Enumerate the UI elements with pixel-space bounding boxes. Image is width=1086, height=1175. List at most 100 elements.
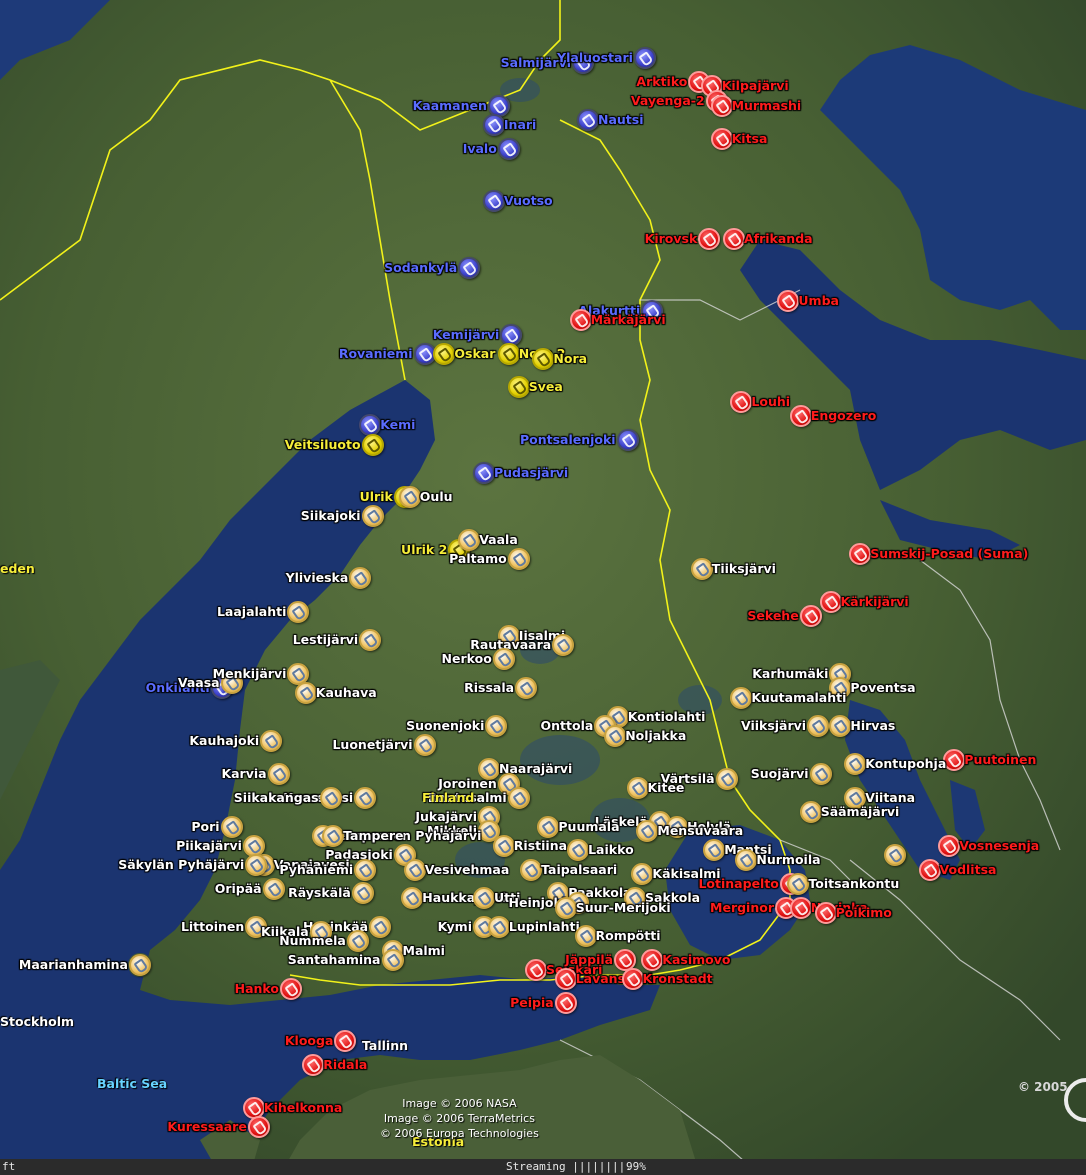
pushpin-yellow-icon[interactable]: [361, 433, 384, 456]
placemark-label[interactable]: Taipalsaari: [541, 861, 617, 879]
placemark-label[interactable]: Vesivehmaa: [425, 861, 510, 879]
pushpin-red-icon[interactable]: [789, 896, 812, 919]
placemark-label[interactable]: Kemijärvi: [433, 326, 500, 344]
placemark-label[interactable]: Nautsi: [598, 111, 644, 129]
pushpin-red-icon[interactable]: [525, 958, 547, 981]
placemark-label[interactable]: Engozero: [811, 407, 876, 425]
placemark-label[interactable]: Piikajärvi: [176, 837, 242, 855]
placemark-label[interactable]: Räyskälä: [288, 884, 351, 902]
placemark-label[interactable]: Kymi: [438, 918, 472, 936]
pushpin-red-icon[interactable]: [280, 977, 302, 1000]
placemark-label[interactable]: Rovaniemi: [339, 345, 413, 363]
pushpin-white-icon[interactable]: [381, 949, 404, 972]
pushpin-red-icon[interactable]: [799, 605, 822, 628]
placemark-label[interactable]: Littoinen: [181, 918, 244, 936]
placemark-label[interactable]: Kuressaare: [167, 1118, 246, 1136]
placemark-label[interactable]: Kauhava: [316, 684, 377, 702]
pushpin-white-icon[interactable]: [267, 763, 290, 785]
placemark-label[interactable]: Vayenga-2: [631, 92, 705, 110]
placemark-label[interactable]: Nora: [553, 350, 587, 368]
placemark-label[interactable]: Nummela: [279, 932, 346, 950]
placemark-label[interactable]: Laikko: [588, 841, 634, 859]
placemark-label[interactable]: Lestijärvi: [293, 631, 358, 649]
pushpin-red-icon[interactable]: [554, 992, 577, 1015]
placemark-label[interactable]: Märkäjärvi: [591, 311, 666, 329]
pushpin-white-icon[interactable]: [883, 844, 906, 867]
pushpin-white-icon[interactable]: [129, 954, 151, 976]
pushpin-white-icon[interactable]: [626, 777, 649, 800]
pushpin-white-icon[interactable]: [361, 505, 384, 528]
pushpin-blue-icon[interactable]: [413, 342, 436, 365]
placemark-label[interactable]: Hanko: [235, 980, 279, 998]
placemark-label[interactable]: Rissala: [464, 679, 514, 697]
pushpin-white-icon[interactable]: [346, 930, 369, 953]
pushpin-red-icon[interactable]: [710, 127, 733, 150]
placemark-label[interactable]: Umba: [798, 292, 839, 310]
placemark-label[interactable]: Vosnesenja: [959, 837, 1039, 855]
placemark-label[interactable]: Rompötti: [596, 927, 661, 945]
placemark-label[interactable]: Laajalahti: [217, 603, 286, 621]
pushpin-white-icon[interactable]: [507, 548, 530, 571]
placemark-label[interactable]: Klooga: [285, 1032, 334, 1050]
placemark-label[interactable]: Tampere: [343, 827, 403, 845]
pushpin-blue-icon[interactable]: [458, 256, 481, 279]
pushpin-white-icon[interactable]: [260, 729, 283, 752]
placemark-label[interactable]: Merginor: [710, 899, 774, 917]
pushpin-white-icon[interactable]: [319, 786, 342, 809]
placemark-label[interactable]: Luonetjärvi: [332, 736, 412, 754]
pushpin-red-icon[interactable]: [918, 858, 941, 881]
pushpin-blue-icon[interactable]: [482, 113, 505, 136]
pushpin-white-icon[interactable]: [690, 557, 713, 580]
pushpin-white-icon[interactable]: [730, 686, 753, 709]
pushpin-white-icon[interactable]: [507, 786, 530, 809]
placemark-label[interactable]: Kontupohja: [865, 755, 946, 773]
pushpin-blue-icon[interactable]: [482, 190, 505, 212]
pushpin-red-icon[interactable]: [569, 309, 592, 332]
placemark-label[interactable]: Maarianhamina: [19, 956, 128, 974]
pushpin-blue-icon[interactable]: [497, 137, 520, 160]
placemark-label[interactable]: Suonenjoki: [406, 717, 484, 735]
placemark-label[interactable]: Mensuvaara: [657, 822, 743, 840]
placemark-label[interactable]: Menkijärvi: [213, 665, 287, 683]
placemark-label[interactable]: Suur-Merijoki: [576, 899, 671, 917]
placemark-label[interactable]: Kronstadt: [643, 970, 713, 988]
placemark-label[interactable]: Santahamina: [288, 951, 381, 969]
map-view[interactable]: Salmijärvi Ylaluostari Kaamanen Nautsi Inari…: [0, 0, 1086, 1175]
placemark-label[interactable]: Säämäjärvi: [821, 803, 900, 821]
placemark-label[interactable]: Säkylän Pyhäjärvi: [118, 856, 244, 874]
placemark-label[interactable]: Kaamanen: [413, 97, 487, 115]
placemark-label[interactable]: Kitee: [648, 779, 685, 797]
placemark-label[interactable]: Karvia: [221, 765, 266, 783]
pushpin-red-icon[interactable]: [730, 390, 753, 413]
placemark-label[interactable]: Nurmoila: [756, 851, 820, 869]
placemark-label[interactable]: Kilpajärvi: [722, 77, 789, 95]
placemark-label[interactable]: Siikakangas: [234, 789, 319, 807]
placemark-label[interactable]: Kärkijärvi: [841, 593, 909, 611]
placemark-label[interactable]: Veitsiluoto: [285, 436, 361, 454]
placemark-label[interactable]: Jäppilä: [565, 951, 613, 969]
pushpin-blue-icon[interactable]: [616, 428, 639, 451]
pushpin-yellow-icon[interactable]: [497, 342, 520, 365]
placemark-label[interactable]: Louhi: [751, 393, 790, 411]
placemark-label[interactable]: Noljakka: [625, 727, 686, 745]
pushpin-white-icon[interactable]: [398, 486, 421, 509]
pushpin-white-icon[interactable]: [245, 853, 268, 876]
placemark-label[interactable]: Vaala: [479, 531, 518, 549]
pushpin-white-icon[interactable]: [799, 801, 822, 824]
placemark-label[interactable]: Sodankylä: [384, 259, 457, 277]
placemark-label[interactable]: Puumala: [558, 818, 619, 836]
pushpin-white-icon[interactable]: [537, 815, 560, 838]
pushpin-white-icon[interactable]: [403, 858, 426, 881]
pushpin-white-icon[interactable]: [369, 915, 392, 938]
pushpin-white-icon[interactable]: [554, 896, 577, 919]
pushpin-white-icon[interactable]: [715, 767, 738, 790]
placemark-label[interactable]: Kihelkonna: [264, 1099, 342, 1117]
placemark-label[interactable]: Nerkoo: [442, 650, 492, 668]
pushpin-blue-icon[interactable]: [633, 46, 656, 69]
placemark-label[interactable]: Puutoinen: [964, 751, 1036, 769]
placemark-label[interactable]: Kontiolahti: [628, 708, 706, 726]
placemark-label[interactable]: Ridala: [323, 1056, 367, 1074]
placemark-label[interactable]: Kuutamalahti: [751, 689, 846, 707]
pushpin-white-icon[interactable]: [287, 600, 310, 623]
placemark-label[interactable]: Arktiko: [636, 73, 687, 91]
